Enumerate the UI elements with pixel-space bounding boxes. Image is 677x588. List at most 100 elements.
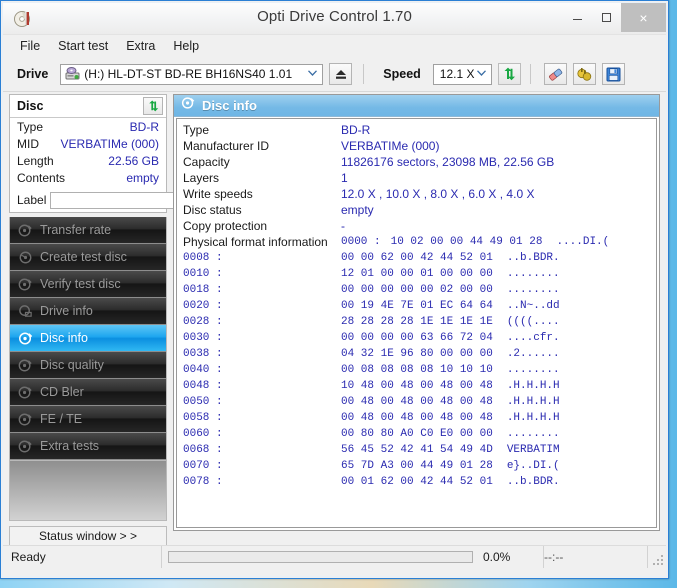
drive-select[interactable]: (H:) HL-DT-ST BD-RE BH16NS40 1.01 (60, 63, 324, 85)
sidebar-item-label: Create test disc (40, 250, 127, 264)
sidebar-item-drive-info[interactable]: Drive info (10, 298, 166, 325)
drive-label: Drive (17, 67, 49, 81)
chevron-down-icon (476, 69, 486, 79)
content-area: Disc Type BD-R MID VERBATIMe (000) Lengt… (3, 91, 666, 546)
hex-bytes: 00 00 00 00 63 66 72 04 (341, 332, 493, 344)
hex-offset: 0048 : (183, 380, 223, 392)
disc-summary-panel: Disc Type BD-R MID VERBATIMe (000) Lengt… (9, 94, 255, 213)
info-row-write-speeds: Write speeds 12.0 X , 10.0 X , 8.0 X , 6… (177, 186, 656, 202)
info-value: - (341, 219, 345, 233)
optical-drive-icon (65, 67, 80, 81)
disc-summary-header: Disc (10, 95, 166, 118)
hex-row: 0048 : 10 48 00 48 00 48 00 48 .H.H.H.H (177, 378, 656, 394)
disc-label-key: Label (17, 193, 47, 207)
hex-bytes: 28 28 28 28 1E 1E 1E 1E (341, 316, 493, 328)
hex-bytes: 12 01 00 00 01 00 00 00 (341, 268, 493, 280)
info-value: empty (341, 203, 374, 217)
sidebar-item-label: Verify test disc (40, 277, 121, 291)
save-button[interactable] (601, 63, 625, 85)
disc-row-length: Length 22.56 GB (10, 153, 166, 169)
info-key: Write speeds (183, 187, 253, 201)
disc-info-icon (181, 96, 195, 115)
status-bar: Ready 0.0% --:-- (3, 545, 666, 568)
sidebar-item-label: FE / TE (40, 412, 83, 426)
hex-ascii: ........ (506, 268, 560, 280)
hex-bytes: 04 32 1E 96 80 00 00 00 (341, 348, 493, 360)
menu-item-file[interactable]: File (12, 37, 48, 55)
disc-label-row: Label (10, 189, 255, 211)
info-row-manufacturer-id: Manufacturer ID VERBATIMe (000) (177, 138, 656, 154)
sidebar-filler (9, 461, 167, 521)
eject-button[interactable] (329, 63, 353, 85)
hex-offset: 0008 : (183, 252, 223, 264)
info-value: 1 (341, 171, 348, 185)
plug-button[interactable] (572, 63, 596, 85)
speed-label: Speed (383, 67, 421, 81)
close-button[interactable]: × (621, 3, 666, 32)
disc-info-body: Type BD-R Manufacturer ID VERBATIMe (000… (176, 118, 657, 528)
info-key: Disc status (183, 203, 242, 217)
hex-row: 0028 : 28 28 28 28 1E 1E 1E 1E ((((.... (177, 314, 656, 330)
info-row-type: Type BD-R (177, 122, 656, 138)
refresh-button[interactable] (497, 63, 521, 85)
sidebar-item-label: Disc quality (40, 358, 104, 372)
hex-bytes: 00 00 00 00 00 02 00 00 (341, 284, 493, 296)
hex-bytes: 56 45 52 42 41 54 49 4D (341, 444, 493, 456)
status-window-button[interactable]: Status window > > (9, 526, 167, 546)
drive-info-icon (18, 304, 33, 319)
disc-row-value: BD-R (129, 120, 159, 134)
info-key: Manufacturer ID (183, 139, 270, 153)
disc-summary-title: Disc (17, 99, 44, 113)
hex-offset: 0018 : (183, 284, 223, 296)
info-value: VERBATIMe (000) (341, 139, 440, 153)
hex-row: 0078 : 00 01 62 00 42 44 52 01 ..b.BDR. (177, 474, 656, 490)
disc-create-icon (18, 250, 33, 265)
disc-refresh-button[interactable] (143, 97, 163, 115)
hex-bytes: 10 48 00 48 00 48 00 48 (341, 380, 493, 392)
sidebar: Disc Type BD-R MID VERBATIMe (000) Lengt… (9, 94, 255, 546)
hex-offset: 0040 : (183, 364, 223, 376)
hex-offset: 0038 : (183, 348, 223, 360)
sidebar-item-extra-tests[interactable]: Extra tests (10, 433, 166, 460)
sidebar-item-fe-te[interactable]: FE / TE (10, 406, 166, 433)
resize-grip[interactable] (648, 546, 666, 568)
hex-row: 0050 : 00 48 00 48 00 48 00 48 .H.H.H.H (177, 394, 656, 410)
hex-offset: 0020 : (183, 300, 223, 312)
disc-row-key: Contents (17, 171, 66, 185)
hex-ascii: ((((.... (506, 316, 560, 328)
disc-row-type: Type BD-R (10, 119, 166, 135)
hex-ascii: ........ (506, 428, 560, 440)
menu-item-extra[interactable]: Extra (118, 37, 163, 55)
sidebar-item-transfer-rate[interactable]: Transfer rate (10, 217, 166, 244)
sidebar-item-create-test-disc[interactable]: Create test disc (10, 244, 166, 271)
hex-row: 0058 : 00 48 00 48 00 48 00 48 .H.H.H.H (177, 410, 656, 426)
hex-ascii: .2...... (506, 348, 560, 360)
speed-select[interactable]: 12.1 X (432, 63, 492, 85)
hex-ascii: ..N~..dd (506, 300, 560, 312)
sidebar-item-label: Drive info (40, 304, 93, 318)
hex-row: 0040 : 00 08 08 08 08 10 10 10 ........ (177, 362, 656, 378)
menu-item-help[interactable]: Help (165, 37, 207, 55)
erase-button[interactable] (543, 63, 567, 85)
hex-bytes: 00 08 08 08 08 10 10 10 (341, 364, 493, 376)
info-row-layers: Layers 1 (177, 170, 656, 186)
progress-cell (162, 546, 479, 568)
hex-bytes: 00 00 62 00 42 44 52 01 (341, 252, 493, 264)
sidebar-item-disc-quality[interactable]: Disc quality (10, 352, 166, 379)
disc-row-contents: Contents empty (10, 170, 166, 186)
toolbar-divider-2 (529, 64, 531, 84)
menu-item-start-test[interactable]: Start test (50, 37, 116, 55)
sidebar-item-verify-test-disc[interactable]: Verify test disc (10, 271, 166, 298)
hex-row: 0008 : 00 00 62 00 42 44 52 01 ..b.BDR. (177, 250, 656, 266)
hex-offset: 0000 : (341, 236, 381, 248)
maximize-button[interactable] (592, 3, 621, 32)
info-row-copy-protection: Copy protection - (177, 218, 656, 234)
minimize-button[interactable] (563, 3, 592, 32)
disc-row-value: VERBATIMe (000) (60, 137, 159, 151)
hex-ascii: ....DI.( (556, 236, 610, 248)
hex-bytes: 00 01 62 00 42 44 52 01 (341, 476, 493, 488)
disc-row-mid: MID VERBATIMe (000) (10, 136, 166, 152)
sidebar-item-disc-info[interactable]: Disc info (10, 325, 166, 352)
sidebar-item-cd-bler[interactable]: CD Bler (10, 379, 166, 406)
disc-row-key: Length (17, 154, 54, 168)
